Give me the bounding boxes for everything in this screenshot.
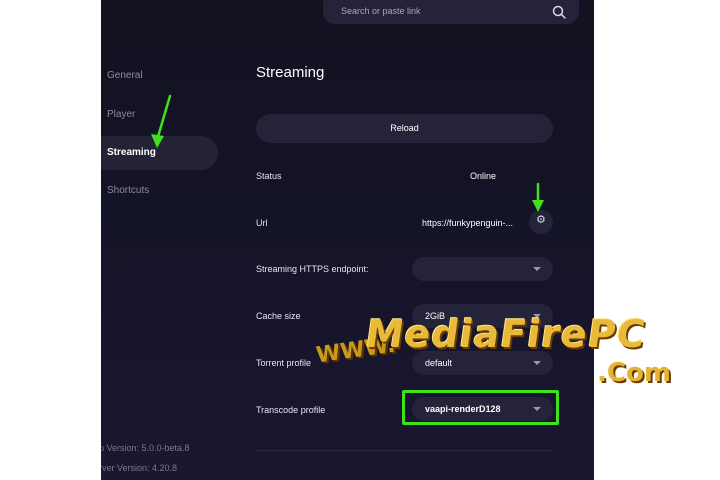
annotation-arrow-icon <box>151 94 172 148</box>
divider <box>256 450 553 451</box>
url-value: https://funkypenguin-... <box>422 218 514 228</box>
status-value: Online <box>470 171 497 181</box>
reload-button[interactable]: Reload <box>256 114 553 143</box>
status-label: Status <box>256 171 282 181</box>
transcode-profile-label: Transcode profile <box>256 405 326 415</box>
sidebar-item-shortcuts[interactable]: Shortcuts <box>101 174 218 208</box>
app-window: Search or paste link General Player Stre… <box>101 0 594 480</box>
gear-icon: ⚙ <box>536 214 546 226</box>
chevron-down-icon <box>533 267 541 271</box>
https-endpoint-label: Streaming HTTPS endpoint: <box>256 264 369 274</box>
https-endpoint-select[interactable] <box>412 257 553 281</box>
cache-size-label: Cache size <box>256 311 301 321</box>
sidebar-item-general[interactable]: General <box>101 59 218 93</box>
search-input[interactable]: Search or paste link <box>323 0 579 24</box>
watermark-com: .Com <box>597 358 671 388</box>
url-label: Url <box>256 218 268 228</box>
search-icon[interactable] <box>551 4 567 20</box>
sidebar-item-label: Player <box>107 109 136 120</box>
server-version: rver Version: 4.20.8 <box>101 463 178 473</box>
watermark-logo: MediaFirePC <box>362 312 649 356</box>
search-placeholder: Search or paste link <box>341 6 421 16</box>
page-title: Streaming <box>256 64 325 81</box>
highlight-box <box>402 390 559 425</box>
sidebar-item-label: Shortcuts <box>107 185 150 196</box>
torrent-profile-value: default <box>425 358 453 368</box>
app-version: p Version: 5.0.0-beta.8 <box>101 443 190 453</box>
chevron-down-icon <box>533 361 541 365</box>
torrent-profile-label: Torrent profile <box>256 358 312 368</box>
sidebar-item-label: General <box>107 70 143 81</box>
annotation-arrow-icon <box>532 182 544 212</box>
